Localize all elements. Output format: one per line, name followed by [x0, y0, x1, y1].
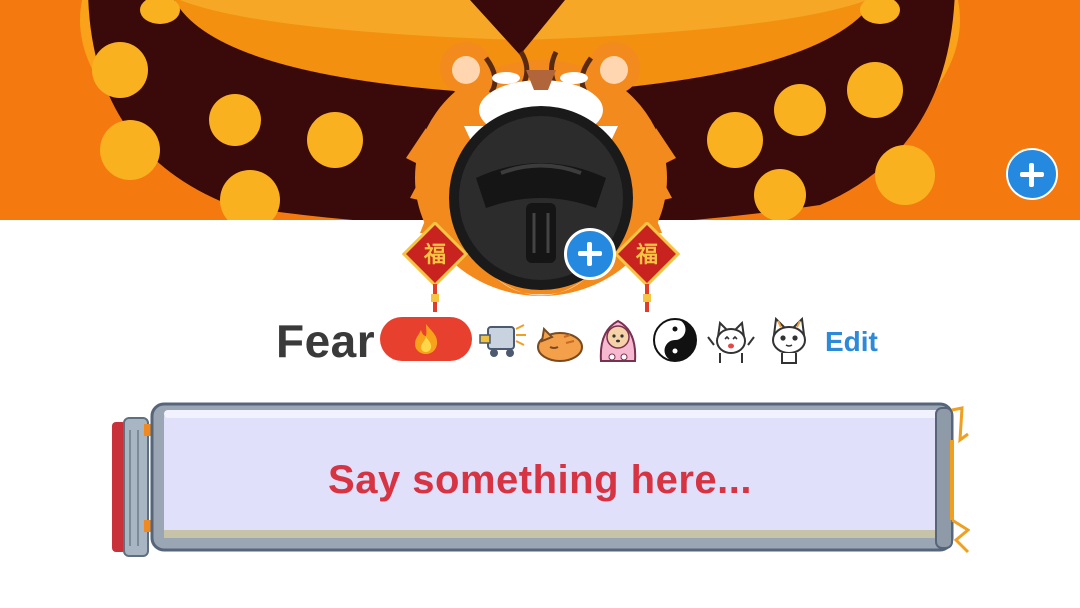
cover-add-button[interactable] — [1006, 148, 1058, 200]
profile-name: Fear — [276, 315, 376, 367]
lucky-charm-right: 福 — [612, 220, 682, 321]
thinking-cat-sticker-icon[interactable] — [764, 315, 814, 365]
status-input[interactable]: Say something here... — [110, 400, 970, 560]
cheering-cat-sticker-icon[interactable] — [706, 315, 756, 365]
lucky-charm-left: 福 — [400, 220, 470, 321]
yin-yang-cats-sticker-icon[interactable] — [650, 315, 700, 365]
edit-stickers-link[interactable]: Edit — [825, 326, 878, 358]
fire-badge[interactable] — [380, 317, 472, 361]
cart-sticker-icon[interactable] — [478, 315, 528, 365]
avatar-add-button[interactable] — [564, 228, 616, 280]
fire-icon — [415, 324, 438, 354]
shiba-blanket-sticker-icon[interactable] — [593, 315, 643, 365]
status-placeholder: Say something here... — [328, 458, 752, 502]
sleeping-cat-sticker-icon[interactable] — [534, 315, 584, 365]
